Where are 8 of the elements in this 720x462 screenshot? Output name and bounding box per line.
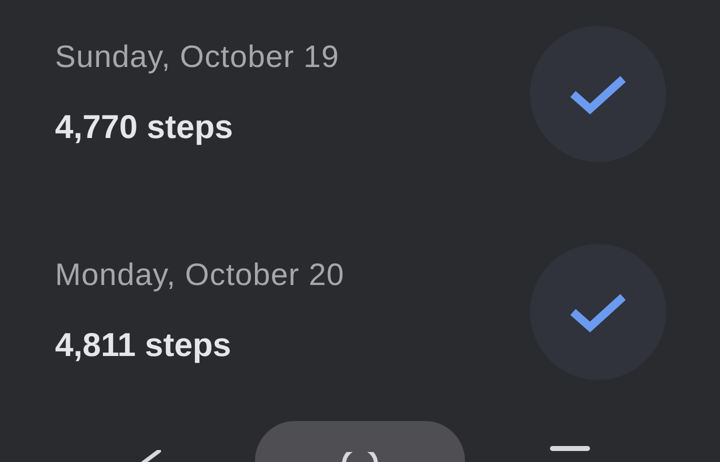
step-count: 4,770 steps [55, 107, 233, 147]
checkmark-icon [569, 291, 627, 333]
checkmark-icon [569, 73, 627, 115]
home-icon [340, 452, 380, 462]
back-icon[interactable] [139, 450, 161, 462]
day-date: Monday, October 20 [55, 257, 344, 293]
step-count: 4,811 steps [55, 325, 232, 365]
day-date: Sunday, October 19 [55, 39, 340, 75]
